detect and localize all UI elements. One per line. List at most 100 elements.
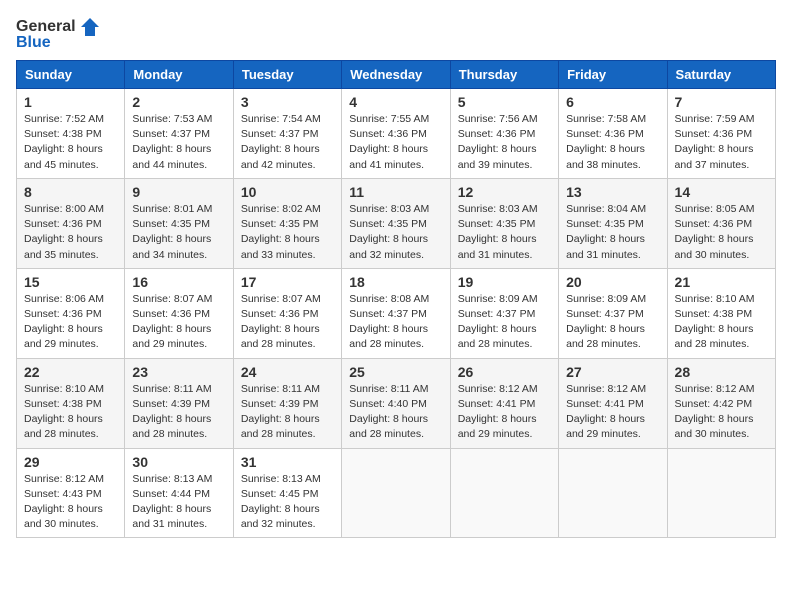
day-number: 1 bbox=[24, 94, 117, 110]
day-info: Sunrise: 8:11 AMSunset: 4:39 PMDaylight:… bbox=[132, 382, 225, 443]
logo-blue: Blue bbox=[16, 34, 51, 52]
day-cell: 11 Sunrise: 8:03 AMSunset: 4:35 PMDayligh… bbox=[342, 178, 450, 268]
day-number: 11 bbox=[349, 184, 442, 200]
day-cell: 14 Sunrise: 8:05 AMSunset: 4:36 PMDayligh… bbox=[667, 178, 775, 268]
day-info: Sunrise: 8:12 AMSunset: 4:43 PMDaylight:… bbox=[24, 472, 117, 533]
day-number: 8 bbox=[24, 184, 117, 200]
day-cell: 13Sunrise: 8:04 AMSunset: 4:35 PMDayligh… bbox=[559, 178, 667, 268]
day-number: 21 bbox=[675, 274, 768, 290]
day-cell: 10 Sunrise: 8:02 AMSunset: 4:35 PMDayligh… bbox=[233, 178, 341, 268]
day-info: Sunrise: 8:11 AMSunset: 4:39 PMDaylight:… bbox=[241, 382, 334, 443]
day-cell: 23 Sunrise: 8:11 AMSunset: 4:39 PMDayligh… bbox=[125, 358, 233, 448]
day-cell: 9 Sunrise: 8:01 AMSunset: 4:35 PMDaylight… bbox=[125, 178, 233, 268]
day-cell: 7 Sunrise: 7:59 AMSunset: 4:36 PMDaylight… bbox=[667, 89, 775, 179]
day-info: Sunrise: 7:56 AMSunset: 4:36 PMDaylight:… bbox=[458, 112, 551, 173]
day-cell: 1 Sunrise: 7:52 AMSunset: 4:38 PMDaylight… bbox=[17, 89, 125, 179]
day-info: Sunrise: 8:03 AMSunset: 4:35 PMDaylight:… bbox=[458, 202, 551, 263]
day-cell: 2 Sunrise: 7:53 AMSunset: 4:37 PMDaylight… bbox=[125, 89, 233, 179]
day-number: 31 bbox=[241, 454, 334, 470]
week-row-1: 1 Sunrise: 7:52 AMSunset: 4:38 PMDaylight… bbox=[17, 89, 776, 179]
day-cell: 8Sunrise: 8:00 AMSunset: 4:36 PMDaylight… bbox=[17, 178, 125, 268]
col-header-sunday: Sunday bbox=[17, 61, 125, 89]
day-cell: 27 Sunrise: 8:12 AMSunset: 4:41 PMDayligh… bbox=[559, 358, 667, 448]
day-cell: 5 Sunrise: 7:56 AMSunset: 4:36 PMDaylight… bbox=[450, 89, 558, 179]
day-cell: 24Sunrise: 8:11 AMSunset: 4:39 PMDayligh… bbox=[233, 358, 341, 448]
day-number: 25 bbox=[349, 364, 442, 380]
day-info: Sunrise: 7:54 AMSunset: 4:37 PMDaylight:… bbox=[241, 112, 334, 173]
logo: General Blue bbox=[16, 16, 101, 52]
day-cell bbox=[342, 448, 450, 538]
col-header-friday: Friday bbox=[559, 61, 667, 89]
day-number: 10 bbox=[241, 184, 334, 200]
week-row-3: 15Sunrise: 8:06 AMSunset: 4:36 PMDayligh… bbox=[17, 268, 776, 358]
day-cell: 4 Sunrise: 7:55 AMSunset: 4:36 PMDaylight… bbox=[342, 89, 450, 179]
col-header-monday: Monday bbox=[125, 61, 233, 89]
day-cell bbox=[450, 448, 558, 538]
day-info: Sunrise: 8:09 AMSunset: 4:37 PMDaylight:… bbox=[566, 292, 659, 353]
day-number: 2 bbox=[132, 94, 225, 110]
day-number: 30 bbox=[132, 454, 225, 470]
col-header-thursday: Thursday bbox=[450, 61, 558, 89]
day-number: 28 bbox=[675, 364, 768, 380]
day-info: Sunrise: 8:06 AMSunset: 4:36 PMDaylight:… bbox=[24, 292, 117, 353]
day-cell: 29 Sunrise: 8:12 AMSunset: 4:43 PMDayligh… bbox=[17, 448, 125, 538]
day-number: 4 bbox=[349, 94, 442, 110]
day-number: 9 bbox=[132, 184, 225, 200]
day-cell: 30 Sunrise: 8:13 AMSunset: 4:44 PMDayligh… bbox=[125, 448, 233, 538]
day-info: Sunrise: 8:13 AMSunset: 4:44 PMDaylight:… bbox=[132, 472, 225, 533]
day-number: 16 bbox=[132, 274, 225, 290]
day-info: Sunrise: 8:09 AMSunset: 4:37 PMDaylight:… bbox=[458, 292, 551, 353]
day-info: Sunrise: 7:53 AMSunset: 4:37 PMDaylight:… bbox=[132, 112, 225, 173]
day-info: Sunrise: 7:52 AMSunset: 4:38 PMDaylight:… bbox=[24, 112, 117, 173]
day-number: 23 bbox=[132, 364, 225, 380]
col-header-wednesday: Wednesday bbox=[342, 61, 450, 89]
day-cell: 15Sunrise: 8:06 AMSunset: 4:36 PMDayligh… bbox=[17, 268, 125, 358]
day-info: Sunrise: 7:55 AMSunset: 4:36 PMDaylight:… bbox=[349, 112, 442, 173]
day-cell: 6 Sunrise: 7:58 AMSunset: 4:36 PMDaylight… bbox=[559, 89, 667, 179]
day-number: 14 bbox=[675, 184, 768, 200]
week-row-2: 8Sunrise: 8:00 AMSunset: 4:36 PMDaylight… bbox=[17, 178, 776, 268]
day-info: Sunrise: 8:01 AMSunset: 4:35 PMDaylight:… bbox=[132, 202, 225, 263]
day-cell: 20 Sunrise: 8:09 AMSunset: 4:37 PMDayligh… bbox=[559, 268, 667, 358]
day-number: 20 bbox=[566, 274, 659, 290]
day-info: Sunrise: 8:11 AMSunset: 4:40 PMDaylight:… bbox=[349, 382, 442, 443]
day-info: Sunrise: 8:10 AMSunset: 4:38 PMDaylight:… bbox=[675, 292, 768, 353]
day-number: 13 bbox=[566, 184, 659, 200]
day-number: 29 bbox=[24, 454, 117, 470]
day-number: 7 bbox=[675, 94, 768, 110]
day-info: Sunrise: 8:02 AMSunset: 4:35 PMDaylight:… bbox=[241, 202, 334, 263]
day-cell: 3Sunrise: 7:54 AMSunset: 4:37 PMDaylight… bbox=[233, 89, 341, 179]
day-number: 5 bbox=[458, 94, 551, 110]
page-header: General Blue bbox=[16, 16, 776, 52]
day-cell: 17 Sunrise: 8:07 AMSunset: 4:36 PMDayligh… bbox=[233, 268, 341, 358]
day-number: 17 bbox=[241, 274, 334, 290]
day-info: Sunrise: 8:12 AMSunset: 4:41 PMDaylight:… bbox=[566, 382, 659, 443]
day-number: 19 bbox=[458, 274, 551, 290]
day-number: 27 bbox=[566, 364, 659, 380]
day-number: 18 bbox=[349, 274, 442, 290]
day-info: Sunrise: 8:07 AMSunset: 4:36 PMDaylight:… bbox=[241, 292, 334, 353]
day-info: Sunrise: 8:12 AMSunset: 4:42 PMDaylight:… bbox=[675, 382, 768, 443]
day-cell: 28 Sunrise: 8:12 AMSunset: 4:42 PMDayligh… bbox=[667, 358, 775, 448]
day-cell: 25 Sunrise: 8:11 AMSunset: 4:40 PMDayligh… bbox=[342, 358, 450, 448]
day-info: Sunrise: 8:13 AMSunset: 4:45 PMDaylight:… bbox=[241, 472, 334, 533]
col-header-saturday: Saturday bbox=[667, 61, 775, 89]
day-cell bbox=[667, 448, 775, 538]
day-info: Sunrise: 8:07 AMSunset: 4:36 PMDaylight:… bbox=[132, 292, 225, 353]
day-cell: 31 Sunrise: 8:13 AMSunset: 4:45 PMDayligh… bbox=[233, 448, 341, 538]
day-info: Sunrise: 7:59 AMSunset: 4:36 PMDaylight:… bbox=[675, 112, 768, 173]
header-row: SundayMondayTuesdayWednesdayThursdayFrid… bbox=[17, 61, 776, 89]
day-info: Sunrise: 8:08 AMSunset: 4:37 PMDaylight:… bbox=[349, 292, 442, 353]
day-info: Sunrise: 7:58 AMSunset: 4:36 PMDaylight:… bbox=[566, 112, 659, 173]
day-info: Sunrise: 8:05 AMSunset: 4:36 PMDaylight:… bbox=[675, 202, 768, 263]
day-info: Sunrise: 8:03 AMSunset: 4:35 PMDaylight:… bbox=[349, 202, 442, 263]
day-cell: 12 Sunrise: 8:03 AMSunset: 4:35 PMDayligh… bbox=[450, 178, 558, 268]
day-info: Sunrise: 8:12 AMSunset: 4:41 PMDaylight:… bbox=[458, 382, 551, 443]
day-number: 6 bbox=[566, 94, 659, 110]
day-number: 22 bbox=[24, 364, 117, 380]
day-number: 12 bbox=[458, 184, 551, 200]
week-row-4: 22Sunrise: 8:10 AMSunset: 4:38 PMDayligh… bbox=[17, 358, 776, 448]
day-cell: 16 Sunrise: 8:07 AMSunset: 4:36 PMDayligh… bbox=[125, 268, 233, 358]
day-cell: 26Sunrise: 8:12 AMSunset: 4:41 PMDayligh… bbox=[450, 358, 558, 448]
day-cell bbox=[559, 448, 667, 538]
